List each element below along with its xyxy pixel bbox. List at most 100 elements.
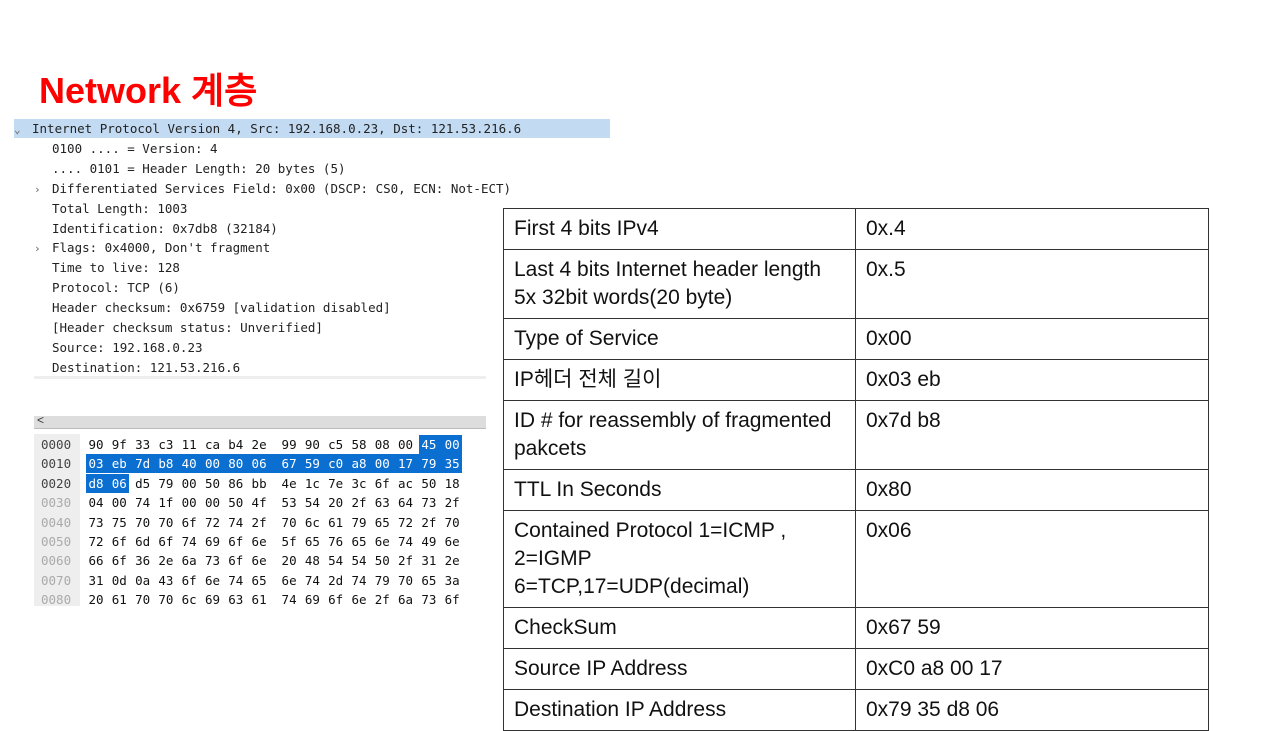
hex-byte[interactable]: 2f: [349, 493, 369, 512]
tree-item[interactable]: › Flags: 0x4000, Don't fragment: [34, 238, 270, 257]
hex-byte[interactable]: 00: [179, 493, 199, 512]
tree-item[interactable]: Protocol: TCP (6): [34, 278, 180, 297]
hex-byte[interactable]: 6f: [179, 571, 199, 590]
hex-byte[interactable]: 6d: [133, 532, 153, 551]
hex-byte[interactable]: 20: [326, 493, 346, 512]
hex-byte[interactable]: b4: [226, 435, 246, 454]
tree-item[interactable]: 0100 .... = Version: 4: [34, 139, 218, 158]
hex-byte[interactable]: 00: [396, 435, 416, 454]
hex-byte[interactable]: 76: [326, 532, 346, 551]
tree-item[interactable]: .... 0101 = Header Length: 20 bytes (5): [34, 159, 346, 178]
hex-byte[interactable]: 6f: [226, 551, 246, 570]
hex-byte[interactable]: 33: [133, 435, 153, 454]
hex-byte[interactable]: 2f: [372, 590, 392, 606]
hex-byte[interactable]: 6e: [249, 551, 269, 570]
hex-byte[interactable]: 00: [109, 493, 129, 512]
hex-byte[interactable]: 65: [372, 513, 392, 532]
hex-byte[interactable]: 74: [302, 571, 322, 590]
chevron-right-icon[interactable]: ›: [34, 180, 52, 199]
hex-byte[interactable]: 53: [279, 493, 299, 512]
hex-byte[interactable]: 65: [419, 571, 439, 590]
pane-divider[interactable]: [34, 376, 486, 379]
hex-byte[interactable]: 45: [418, 435, 443, 454]
hex-byte[interactable]: 73: [86, 513, 106, 532]
hex-byte[interactable]: 48: [302, 551, 322, 570]
hex-byte[interactable]: 64: [396, 493, 416, 512]
hex-byte[interactable]: 72: [86, 532, 106, 551]
hex-byte[interactable]: 79: [372, 571, 392, 590]
hex-byte[interactable]: 61: [109, 590, 129, 606]
hex-byte[interactable]: 74: [279, 590, 299, 606]
hex-byte[interactable]: 70: [133, 590, 153, 606]
hex-byte[interactable]: 9f: [109, 435, 129, 454]
hex-byte[interactable]: ac: [396, 474, 416, 493]
hex-byte[interactable]: 58: [349, 435, 369, 454]
hex-byte[interactable]: 00: [372, 454, 396, 474]
hex-byte[interactable]: 6e: [202, 571, 222, 590]
hex-byte[interactable]: 63: [372, 493, 392, 512]
hex-byte[interactable]: 06: [109, 473, 130, 493]
hex-row[interactable]: 0080 20 61 70 70 6c 69 63 61 74 69 6f 6e 2f 6a 73 6f: [34, 590, 465, 606]
hex-byte[interactable]: d5: [133, 474, 153, 493]
hex-byte[interactable]: 1f: [156, 493, 176, 512]
hex-byte[interactable]: 72: [396, 513, 416, 532]
hex-byte[interactable]: 7d: [132, 454, 156, 474]
hex-byte[interactable]: c0: [325, 454, 349, 474]
hex-byte[interactable]: 6f: [372, 474, 392, 493]
hex-row[interactable]: 0070 31 0d 0a 43 6f 6e 74 65 6e 74 2d 74 79 70 65 3a: [34, 571, 465, 590]
hex-byte[interactable]: 99: [279, 435, 299, 454]
hex-byte[interactable]: 50: [372, 551, 392, 570]
hex-byte[interactable]: 18: [442, 474, 462, 493]
hex-byte[interactable]: 31: [86, 571, 106, 590]
hex-byte[interactable]: 2e: [156, 551, 176, 570]
hex-byte[interactable]: 70: [396, 571, 416, 590]
hex-byte[interactable]: 20: [279, 551, 299, 570]
hex-byte[interactable]: 54: [326, 551, 346, 570]
hex-byte[interactable]: 1c: [302, 474, 322, 493]
hex-byte[interactable]: 17: [395, 454, 419, 474]
chevron-right-icon[interactable]: ›: [34, 239, 52, 258]
hex-byte[interactable]: 31: [419, 551, 439, 570]
hex-byte[interactable]: 6e: [279, 571, 299, 590]
hex-row[interactable]: 0000 90 9f 33 c3 11 ca b4 2e 99 90 c5 58 08 00 45 00: [34, 435, 465, 454]
tree-item[interactable]: Destination: 121.53.216.6: [34, 358, 240, 377]
hex-byte[interactable]: 54: [302, 493, 322, 512]
hex-byte[interactable]: 04: [86, 493, 106, 512]
tree-item[interactable]: Header checksum: 0x6759 [validation disa…: [34, 298, 391, 317]
hex-byte[interactable]: 2f: [419, 513, 439, 532]
hex-byte[interactable]: 69: [202, 590, 222, 606]
hex-byte[interactable]: 6f: [156, 532, 176, 551]
tree-item[interactable]: Time to live: 128: [34, 258, 180, 277]
hex-byte[interactable]: 65: [249, 571, 269, 590]
hex-byte[interactable]: ca: [202, 435, 222, 454]
scroll-left-icon[interactable]: <: [37, 413, 44, 427]
hex-byte[interactable]: 79: [349, 513, 369, 532]
hex-byte[interactable]: 06: [249, 454, 280, 474]
hex-byte[interactable]: 70: [133, 513, 153, 532]
tree-item[interactable]: ⌄ Internet Protocol Version 4, Src: 192.1…: [14, 119, 610, 138]
hex-byte[interactable]: 90: [86, 435, 106, 454]
hex-byte[interactable]: a8: [348, 454, 373, 474]
hex-byte[interactable]: 49: [419, 532, 439, 551]
hex-byte[interactable]: 86: [226, 474, 246, 493]
hex-byte[interactable]: 74: [226, 571, 246, 590]
hex-row[interactable]: 0060 66 6f 36 2e 6a 73 6f 6e 20 48 54 54 50 2f 31 2e: [34, 551, 465, 570]
hex-byte[interactable]: 3c: [349, 474, 369, 493]
hex-byte[interactable]: 74: [396, 532, 416, 551]
tree-item[interactable]: Total Length: 1003: [34, 199, 187, 218]
hex-byte[interactable]: 00: [179, 474, 199, 493]
hex-byte[interactable]: 6c: [302, 513, 322, 532]
hex-row[interactable]: 0040 73 75 70 70 6f 72 74 2f 70 6c 61 79 65 72 2f 70: [34, 513, 465, 532]
hex-byte[interactable]: 74: [133, 493, 153, 512]
hex-byte[interactable]: 65: [349, 532, 369, 551]
hex-byte[interactable]: 61: [326, 513, 346, 532]
hex-byte[interactable]: 6f: [109, 551, 129, 570]
hex-byte[interactable]: 7e: [326, 474, 346, 493]
hex-byte[interactable]: 70: [156, 590, 176, 606]
hex-byte[interactable]: 4f: [249, 493, 269, 512]
hex-byte[interactable]: c5: [326, 435, 346, 454]
hex-byte[interactable]: 73: [202, 551, 222, 570]
horizontal-scrollbar[interactable]: <: [34, 413, 486, 429]
hex-byte[interactable]: 73: [419, 493, 439, 512]
hex-byte[interactable]: 90: [302, 435, 322, 454]
